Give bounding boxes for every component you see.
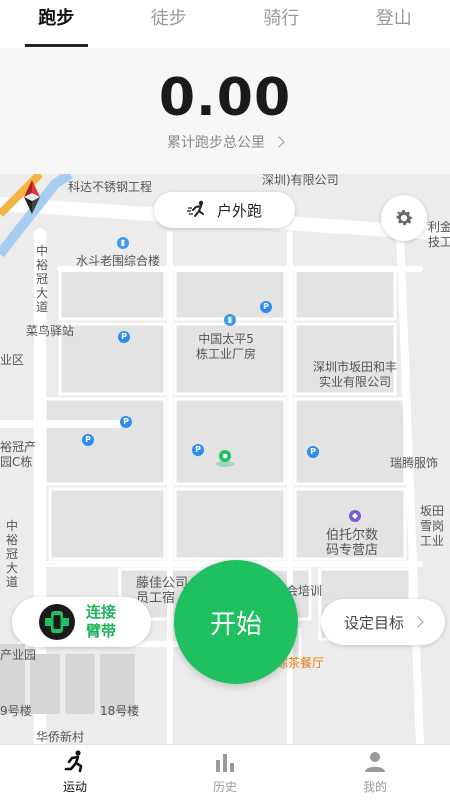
total-distance-label: 累计跑步总公里 xyxy=(167,135,265,151)
nav-sport-label: 运动 xyxy=(62,780,87,794)
map-label: 利金 技工 xyxy=(428,220,450,249)
map-label: 坂田 雪岗 工业 xyxy=(420,504,445,548)
start-button[interactable]: 开始 xyxy=(174,560,298,684)
runner-icon xyxy=(64,750,83,773)
total-distance-value: 0.00 xyxy=(158,68,292,128)
chevron-right-icon xyxy=(412,616,424,628)
outdoor-run-mode-button[interactable]: 户外跑 xyxy=(154,192,295,228)
map-label: 裕冠产 园C栋 xyxy=(0,440,37,469)
map-label: 菜鸟驿站 xyxy=(26,324,75,338)
tab-hiking[interactable]: 徒步 xyxy=(113,0,226,48)
parking-icon: P xyxy=(118,331,130,343)
map-label: 深圳市坂田和丰 实业有限公司 xyxy=(313,360,398,389)
building-icon: ▮ xyxy=(224,314,236,326)
parking-icon: P xyxy=(120,416,132,428)
bottom-navigation: 运动 历史 我的 xyxy=(0,744,450,800)
map-label: 水斗老围综合楼 xyxy=(76,254,161,268)
tab-cycling[interactable]: 骑行 xyxy=(225,0,338,48)
map-label: 科达不锈钢工程 xyxy=(68,180,153,194)
map-label: 深圳)有限公司 xyxy=(262,174,339,187)
map-label: 瑞腾服饰 xyxy=(390,456,439,470)
runner-icon xyxy=(186,200,204,217)
parking-icon: P xyxy=(260,301,272,313)
set-goal-label: 设定目标 xyxy=(343,613,404,632)
parking-icon: P xyxy=(82,434,94,446)
map-label: 业区 xyxy=(0,353,25,367)
tab-running[interactable]: 跑步 xyxy=(0,0,113,48)
map-label: 产业园 xyxy=(0,648,37,662)
set-goal-button[interactable]: 设定目标 xyxy=(321,599,445,645)
connect-band-label: 连接 臂带 xyxy=(86,603,117,640)
nav-mine[interactable]: 我的 xyxy=(300,745,450,800)
shop-icon: ◆ xyxy=(349,510,361,522)
outdoor-run-label: 户外跑 xyxy=(216,201,262,220)
sport-type-tabs: 跑步 徒步 骑行 登山 xyxy=(0,0,450,48)
chevron-right-icon xyxy=(273,136,285,148)
tab-climbing[interactable]: 登山 xyxy=(338,0,450,48)
stats-panel: 0.00 累计跑步总公里 xyxy=(0,48,450,174)
compass-icon xyxy=(24,180,40,214)
map-label: 伯托尔数 码专营店 xyxy=(326,528,379,558)
map-label: 华侨新村 xyxy=(36,730,85,744)
map-label: 中 裕 冠 大 道 xyxy=(36,244,49,314)
nav-history-label: 历史 xyxy=(212,780,237,794)
location-marker-icon xyxy=(216,450,234,467)
map-settings-button[interactable] xyxy=(381,195,427,241)
armband-icon xyxy=(39,604,75,640)
map-label: 9号楼 xyxy=(0,704,32,718)
parking-icon: P xyxy=(192,444,204,456)
nav-sport[interactable]: 运动 xyxy=(0,745,150,800)
gear-icon xyxy=(396,210,413,226)
map-label: 18号楼 xyxy=(100,704,140,718)
map-label: 中 裕 冠 大 道 xyxy=(6,519,19,589)
nav-history[interactable]: 历史 xyxy=(150,745,300,800)
total-distance-link[interactable]: 累计跑步总公里 xyxy=(167,132,285,152)
bar-chart-icon xyxy=(216,754,234,772)
nav-mine-label: 我的 xyxy=(362,780,387,794)
building-icon: ▮ xyxy=(117,237,129,249)
person-icon xyxy=(365,752,385,772)
parking-icon: P xyxy=(307,446,319,458)
connect-band-button[interactable]: 连接 臂带 xyxy=(12,597,151,647)
map-label: 中国太平5 栋工业厂房 xyxy=(196,332,257,361)
